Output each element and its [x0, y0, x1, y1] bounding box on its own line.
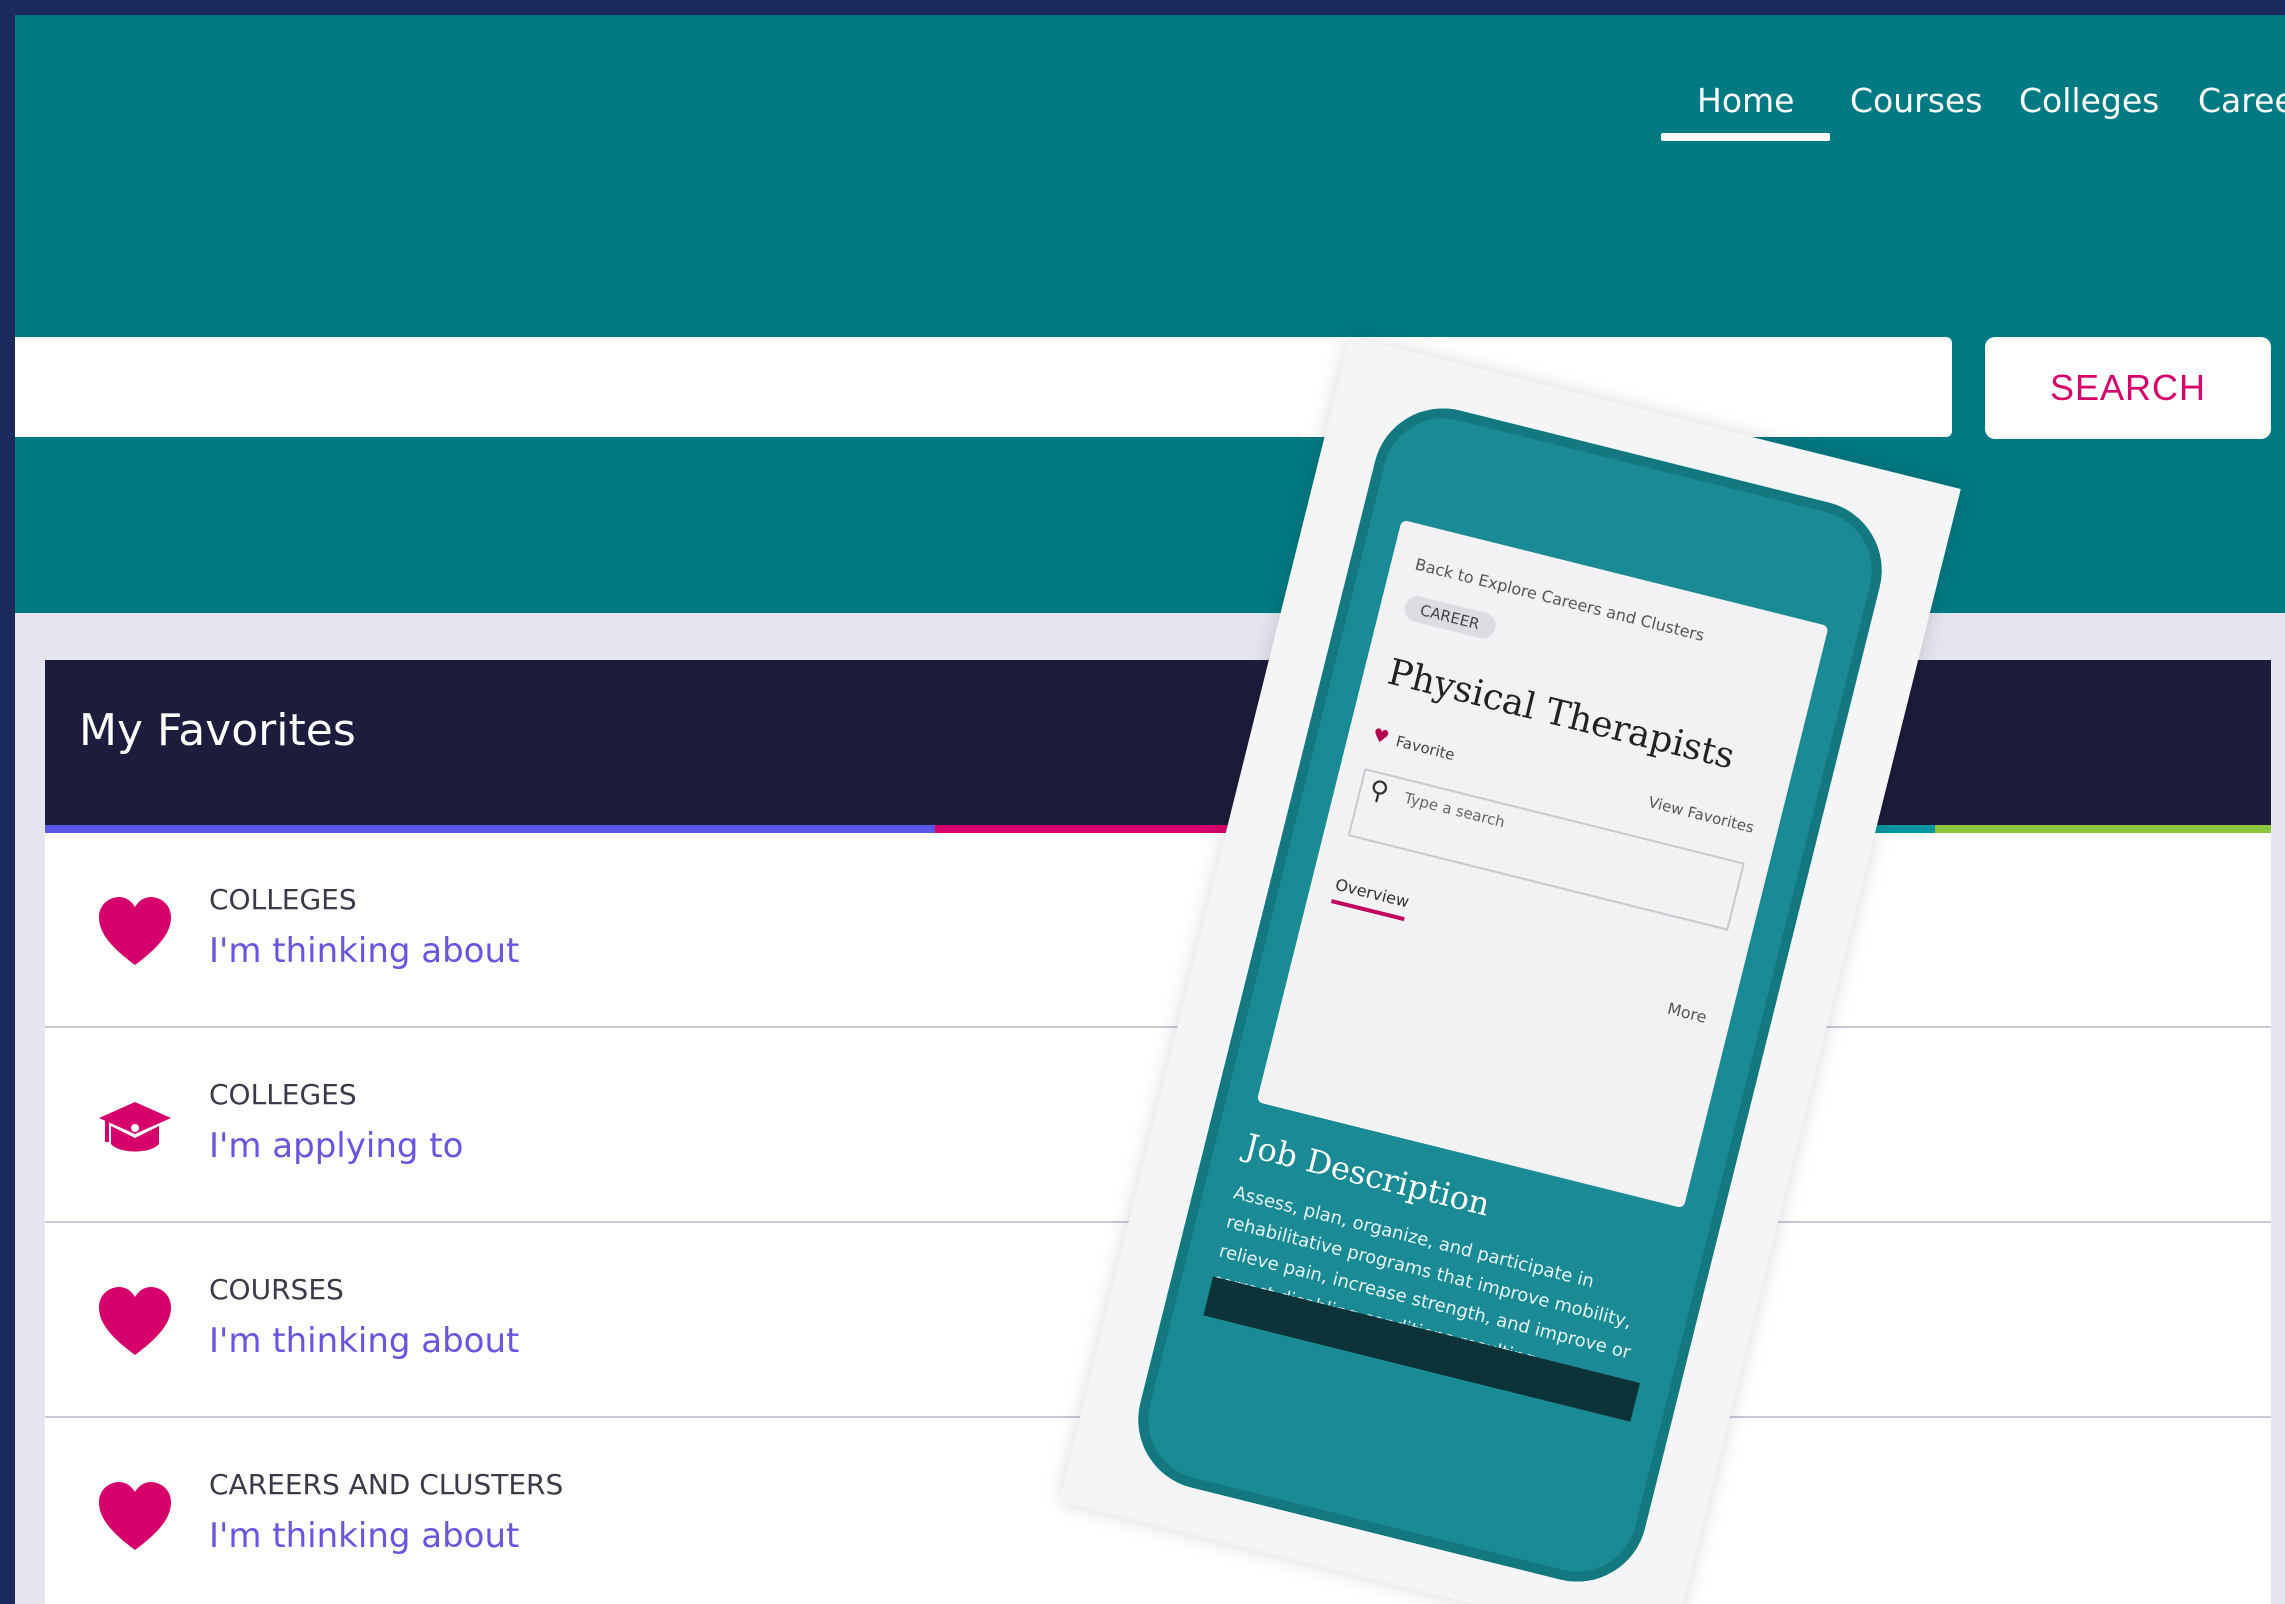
- phone-search-placeholder: Type a search: [1402, 788, 1507, 832]
- favorite-category: COURSES: [209, 1273, 344, 1306]
- favorite-category: CAREERS AND CLUSTERS: [209, 1468, 564, 1501]
- phone-more-link: More: [1665, 998, 1709, 1027]
- phone-career-chip: CAREER: [1401, 593, 1498, 642]
- phone-screen: Back to Explore Careers and Clusters CAR…: [1256, 519, 1829, 1209]
- phone-favorite: ♥ Favorite: [1370, 724, 1457, 765]
- nav-home[interactable]: Home: [1660, 81, 1832, 141]
- nav-courses[interactable]: Courses: [1850, 81, 1982, 120]
- phone-view-favorites: View Favorites: [1646, 793, 1756, 837]
- favorite-link[interactable]: I'm thinking about: [209, 931, 519, 971]
- heart-icon: [99, 1287, 171, 1355]
- favorite-category: COLLEGES: [209, 883, 357, 916]
- accent-bar: [45, 825, 2271, 833]
- favorites-title: My Favorites: [79, 705, 356, 756]
- favorite-row[interactable]: COLLEGES I'm thinking about: [45, 833, 2271, 1028]
- page-frame: Home Courses Colleges Careers SEARCH My …: [15, 15, 2285, 1604]
- nav-colleges[interactable]: Colleges: [2019, 81, 2159, 120]
- phone-favorite-label: Favorite: [1394, 732, 1457, 765]
- heart-icon: ♥: [1370, 724, 1392, 749]
- search-button[interactable]: SEARCH: [1985, 337, 2271, 439]
- favorite-link[interactable]: I'm applying to: [209, 1126, 463, 1166]
- favorite-link[interactable]: I'm thinking about: [209, 1321, 519, 1361]
- search-icon: ⚲: [1366, 774, 1392, 809]
- favorite-link[interactable]: I'm thinking about: [209, 1516, 519, 1556]
- heart-icon: [99, 1482, 171, 1550]
- heart-icon: [99, 897, 171, 965]
- phone-tab-overview: Overview: [1330, 874, 1412, 922]
- favorites-header: My Favorites: [45, 660, 2271, 825]
- nav-careers[interactable]: Careers: [2198, 81, 2285, 120]
- graduation-cap-icon: [99, 1102, 171, 1152]
- favorite-category: COLLEGES: [209, 1078, 357, 1111]
